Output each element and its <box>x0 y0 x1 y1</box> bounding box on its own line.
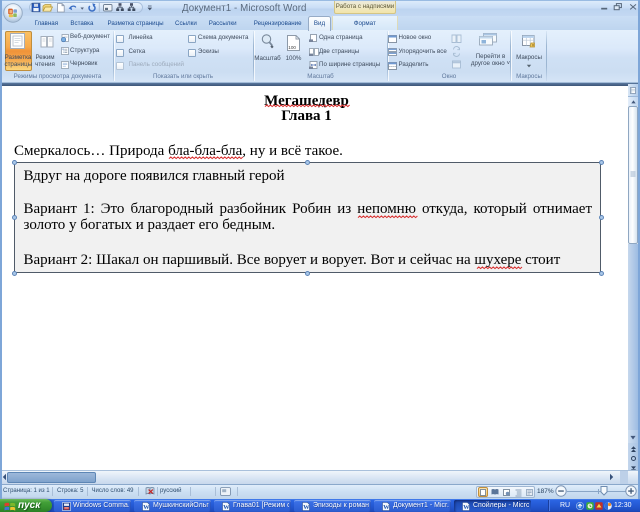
svg-text:W: W <box>463 504 470 511</box>
svg-text:W: W <box>143 504 150 511</box>
svg-text:W: W <box>303 504 310 511</box>
svg-text:100: 100 <box>288 45 296 50</box>
svg-text:W: W <box>223 504 230 511</box>
svg-text:W: W <box>383 504 390 511</box>
